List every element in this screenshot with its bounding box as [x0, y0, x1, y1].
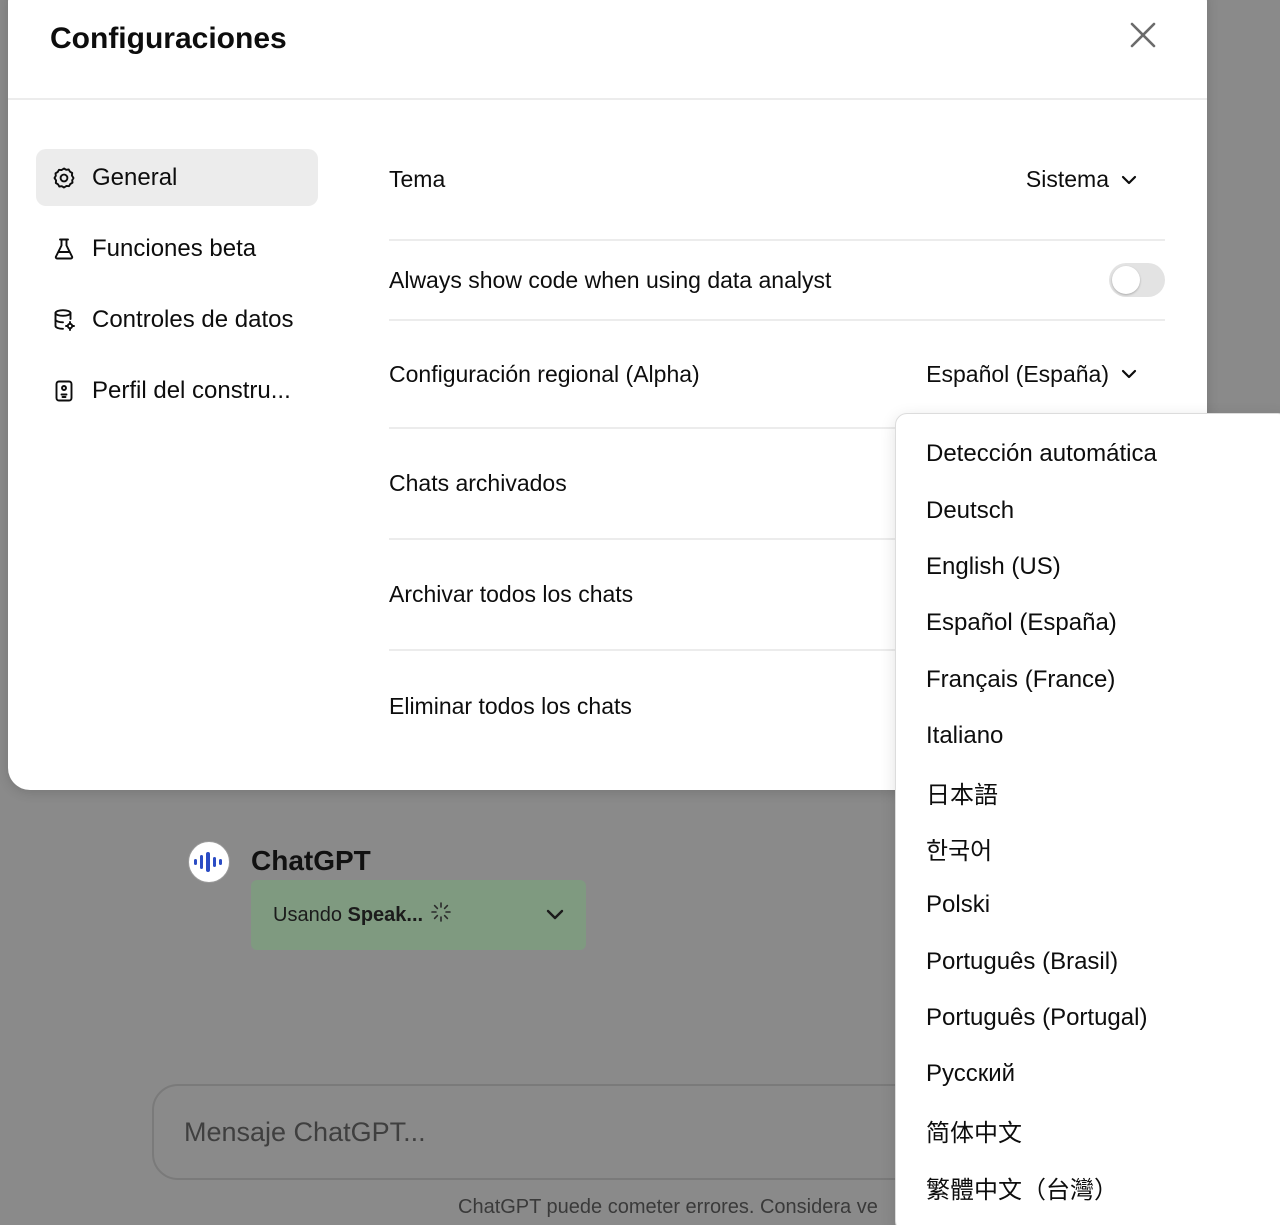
theme-label: Tema — [389, 166, 446, 192]
locale-option[interactable]: Español (España) — [896, 595, 1280, 651]
close-button[interactable] — [1128, 20, 1158, 50]
chevron-down-icon[interactable] — [546, 909, 564, 921]
locale-option[interactable]: 简体中文 — [896, 1103, 1280, 1159]
gear-icon — [52, 166, 76, 190]
delete-all-label: Eliminar todos los chats — [389, 693, 632, 719]
modal-header: Configuraciones — [8, 0, 1207, 100]
theme-row: Tema Sistema — [389, 120, 1165, 241]
sidebar-item-label: Controles de datos — [92, 305, 294, 333]
locale-dropdown: Detección automática Deutsch English (US… — [895, 413, 1280, 1225]
locale-option[interactable]: Français (France) — [896, 652, 1280, 708]
code-toggle-row: Always show code when using data analyst — [389, 241, 1165, 321]
sidebar-item-label: Funciones beta — [92, 234, 257, 262]
locale-option[interactable]: 한국어 — [896, 821, 1280, 877]
locale-option[interactable]: Русский — [896, 1046, 1280, 1102]
theme-select[interactable]: Sistema — [1026, 166, 1137, 193]
close-icon — [1130, 22, 1156, 48]
assistant-name: ChatGPT — [251, 845, 371, 876]
message-composer[interactable] — [152, 1084, 952, 1180]
locale-option[interactable]: Português (Brasil) — [896, 934, 1280, 990]
database-icon — [52, 308, 76, 332]
settings-sidebar: General Funciones beta Controles de dato… — [36, 149, 318, 433]
locale-option[interactable]: Português (Portugal) — [896, 990, 1280, 1046]
locale-value: Español (España) — [926, 360, 1109, 387]
locale-option[interactable]: Deutsch — [896, 482, 1280, 538]
flask-icon — [52, 237, 76, 261]
locale-option[interactable]: 繁體中文（台灣） — [896, 1159, 1280, 1215]
assistant-avatar — [188, 841, 230, 883]
message-input[interactable] — [184, 1116, 884, 1148]
locale-option[interactable]: English (US) — [896, 539, 1280, 595]
locale-option[interactable]: Detección automática — [896, 426, 1280, 482]
sidebar-item-data-controls[interactable]: Controles de datos — [36, 291, 318, 348]
sidebar-item-label: General — [92, 163, 178, 191]
locale-option[interactable]: Italiano — [896, 708, 1280, 764]
sidebar-item-builder-profile[interactable]: Perfil del constru... — [36, 362, 318, 419]
tool-prefix: Usando — [273, 903, 348, 926]
disclaimer-text: ChatGPT puede cometer errores. Considera… — [458, 1196, 878, 1218]
tool-name: Speak... — [347, 903, 424, 926]
chevron-down-icon — [1121, 175, 1137, 185]
id-badge-icon — [52, 379, 76, 403]
locale-label: Configuración regional (Alpha) — [389, 360, 700, 387]
archive-all-label: Archivar todos los chats — [389, 581, 634, 607]
sidebar-item-beta[interactable]: Funciones beta — [36, 220, 318, 277]
locale-option[interactable]: Polski — [896, 877, 1280, 933]
chevron-down-icon — [1121, 369, 1137, 379]
code-toggle-switch[interactable] — [1109, 263, 1165, 297]
archived-chats-label: Chats archivados — [389, 470, 567, 496]
loading-spinner-icon — [431, 902, 451, 928]
modal-title: Configuraciones — [50, 22, 287, 55]
locale-select[interactable]: Español (España) — [926, 361, 1137, 388]
code-toggle-label: Always show code when using data analyst — [389, 266, 832, 293]
audio-wave-icon — [194, 852, 222, 872]
theme-value: Sistema — [1025, 166, 1109, 192]
sidebar-item-label: Perfil del constru... — [92, 376, 291, 404]
sidebar-item-general[interactable]: General — [36, 149, 318, 206]
locale-option[interactable]: 日本語 — [896, 764, 1280, 820]
toggle-knob — [1112, 266, 1140, 294]
tool-usage-pill[interactable]: Usando Speak... — [251, 880, 586, 950]
